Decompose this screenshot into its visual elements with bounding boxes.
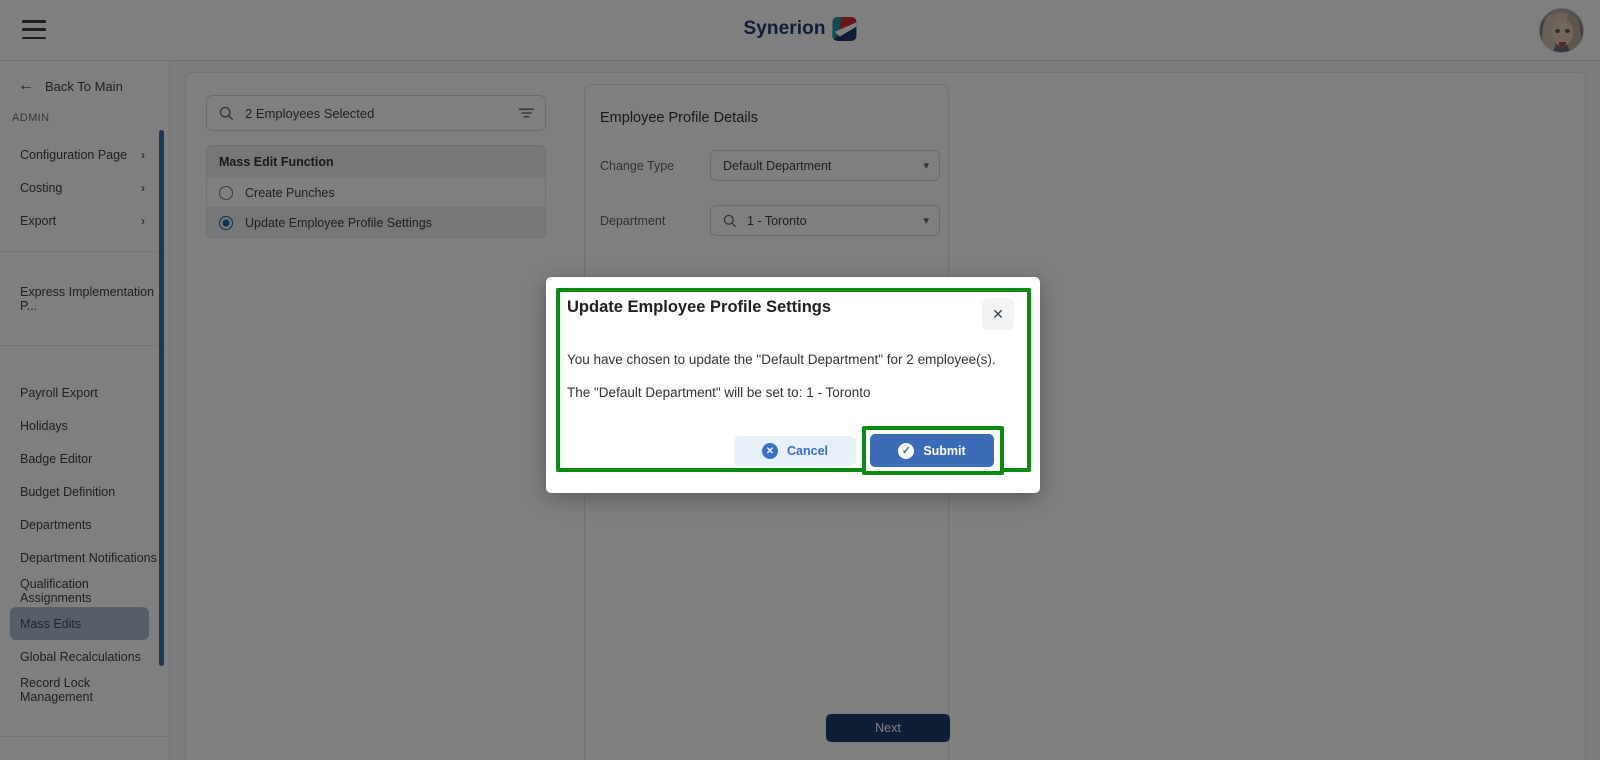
screen-root: Synerion ← Back To Main ADMIN Con	[0, 0, 1600, 760]
cancel-label: Cancel	[787, 444, 828, 458]
dialog-message-line-2: The "Default Department" will be set to:…	[567, 385, 871, 400]
circle-x-icon: ✕	[762, 443, 778, 459]
cancel-button[interactable]: ✕ Cancel	[734, 436, 856, 466]
dialog-message-line-1: You have chosen to update the "Default D…	[567, 352, 996, 367]
circle-check-icon: ✓	[898, 442, 915, 459]
submit-label: Submit	[923, 443, 966, 458]
submit-button[interactable]: ✓ Submit	[870, 434, 994, 467]
dialog-title: Update Employee Profile Settings	[567, 298, 832, 316]
update-employee-profile-settings-dialog: Update Employee Profile Settings ✕ You h…	[546, 277, 1040, 493]
close-icon[interactable]: ✕	[982, 298, 1014, 330]
